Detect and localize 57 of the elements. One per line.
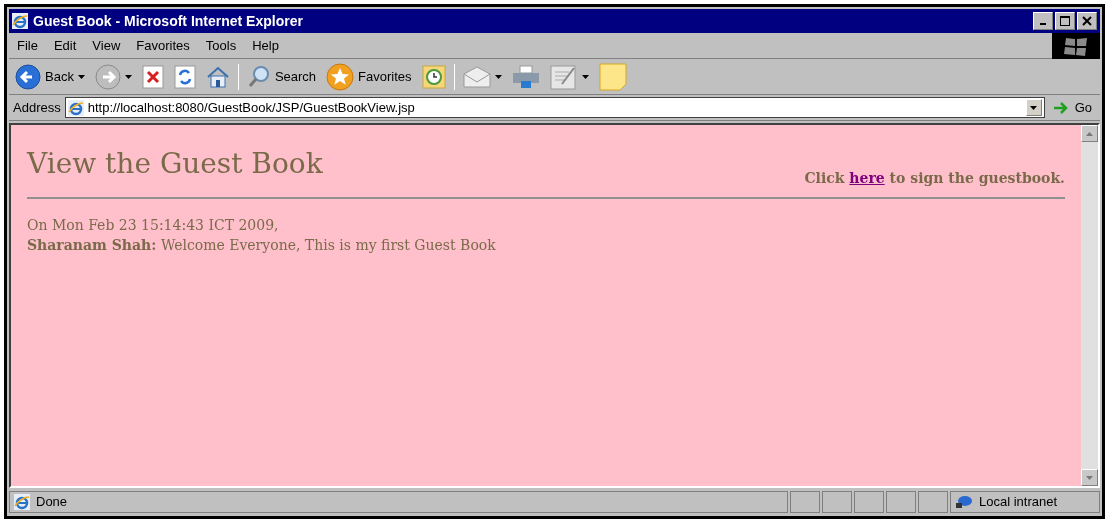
caret-icon[interactable]	[77, 74, 85, 79]
sign-link[interactable]: here	[849, 170, 885, 186]
printer-icon	[511, 64, 540, 89]
search-icon	[246, 64, 271, 89]
window-title: Guest Book - Microsoft Internet Explorer	[33, 11, 303, 31]
page-icon	[67, 99, 84, 116]
minimize-icon	[1040, 23, 1046, 25]
arrow-icon	[1052, 100, 1069, 115]
sign-prompt: Click here to sign the guestbook.	[804, 169, 1065, 188]
status-panel	[790, 491, 820, 513]
menu-item[interactable]: Edit	[45, 35, 85, 56]
address-label: Address	[13, 98, 61, 117]
clock-icon	[421, 64, 446, 89]
go-button[interactable]: Go	[1048, 97, 1096, 118]
refresh-icon	[173, 64, 196, 89]
toolbar-button[interactable]: Search	[244, 64, 319, 89]
maximize-icon	[1060, 16, 1070, 26]
close-icon	[1082, 16, 1092, 26]
minimize-button[interactable]	[1033, 12, 1053, 30]
status-panel	[886, 491, 916, 513]
status-panel	[918, 491, 948, 513]
toolbar-button[interactable]: Back	[13, 63, 87, 90]
scrollbar[interactable]	[1081, 125, 1098, 486]
menu-item[interactable]: Favorites	[128, 35, 198, 56]
status-panel	[822, 491, 852, 513]
dropdown-button[interactable]	[1025, 99, 1042, 116]
close-button[interactable]	[1077, 12, 1097, 30]
network-icon	[955, 495, 973, 509]
browser-logo-icon	[12, 13, 28, 29]
entry-text: Sharanam Shah: Welcome Everyone, This is my first Guest Book	[27, 236, 497, 255]
address-field[interactable]: http://localhost:8080/GuestBook/JSP/GuestBookView.jsp	[64, 97, 1045, 118]
status-text-panel: Done	[9, 491, 788, 513]
entry-date: On Mon Feb 23 15:14:43 ICT 2009,	[27, 216, 280, 235]
menu-item[interactable]: Help	[244, 35, 287, 56]
stop-button[interactable]	[139, 64, 166, 89]
menu-item[interactable]: View	[84, 35, 129, 56]
maximize-button[interactable]	[1055, 12, 1075, 30]
history-button[interactable]	[419, 64, 448, 89]
zone-panel: Local intranet	[950, 491, 1100, 513]
stop-icon	[141, 64, 164, 89]
refresh-button[interactable]	[171, 64, 198, 89]
home-icon	[205, 64, 230, 89]
caret-icon[interactable]	[124, 74, 132, 79]
sticky-note-icon	[598, 62, 627, 91]
notepad-pencil-icon	[549, 63, 578, 90]
status-panel	[854, 491, 884, 513]
caret-icon[interactable]	[494, 74, 502, 79]
caret-icon[interactable]	[1030, 105, 1038, 110]
menu-item[interactable]: File	[9, 35, 46, 56]
toolbar-button[interactable]: Favorites	[324, 62, 414, 91]
caret-icon[interactable]	[581, 74, 589, 79]
page-icon	[14, 494, 30, 510]
down-arrow-icon[interactable]	[1086, 475, 1093, 480]
envelope-icon	[462, 65, 491, 88]
menu-item[interactable]: Tools	[197, 35, 245, 56]
page-heading: View the Guest Book	[27, 147, 323, 181]
up-arrow-icon[interactable]	[1086, 131, 1093, 136]
